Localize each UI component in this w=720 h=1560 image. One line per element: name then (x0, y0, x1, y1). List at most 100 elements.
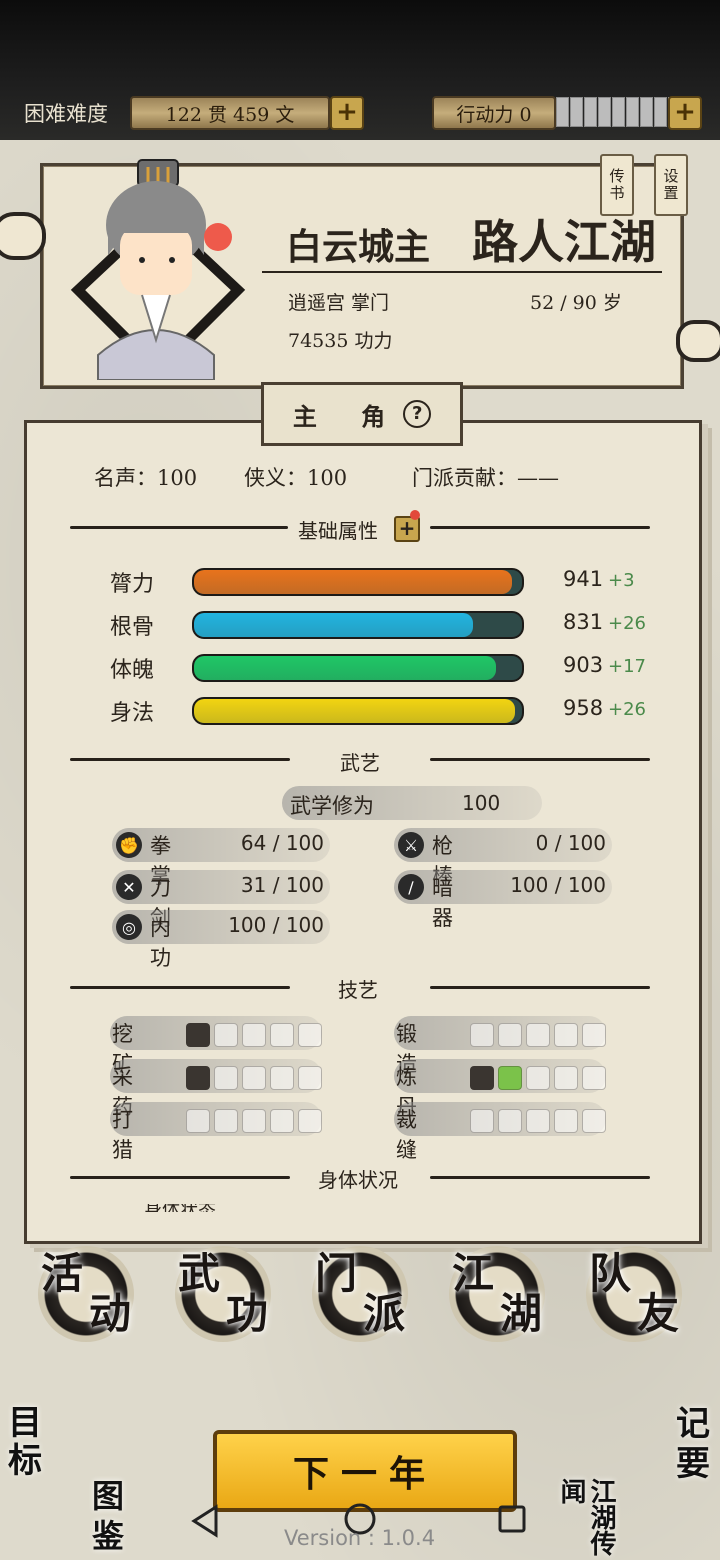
settings-tag[interactable]: 设置 (654, 154, 688, 216)
goal-label: 目标 (8, 1403, 42, 1481)
notes-button[interactable]: 记要 (630, 1404, 710, 1484)
attribute-bar (192, 568, 524, 596)
craft-level-pip (214, 1066, 238, 1090)
help-icon[interactable]: ? (403, 400, 432, 428)
money-display: 122 贯 459 文 (130, 96, 330, 130)
add-attribute-button[interactable]: + (394, 516, 420, 542)
attribute-value: 903 (563, 653, 604, 677)
attribute-bar (192, 697, 524, 725)
martial-skill-label: 暗器 (432, 876, 453, 930)
craft-level-pip (270, 1066, 294, 1090)
recents-icon[interactable] (497, 1504, 527, 1534)
nav-label-top: 门 (315, 1249, 358, 1298)
nav-label-top: 活 (41, 1249, 84, 1298)
action-segment (654, 97, 667, 127)
martial-skill-value: 64 / 100 (240, 831, 324, 855)
section-divider (70, 526, 288, 529)
attribute-bonus: +26 (608, 613, 646, 634)
nav-teammates-button[interactable]: 队友 (586, 1246, 682, 1342)
attribute-bar-fill (194, 613, 473, 637)
name-underline (262, 271, 662, 273)
craft-label: 打猎 (112, 1108, 133, 1162)
body-status-cutoff: 身体状态 (144, 1204, 216, 1212)
craft-level-pip (554, 1023, 578, 1047)
craft-level-pip (498, 1023, 522, 1047)
action-segment (570, 97, 583, 127)
bow-icon (186, 1109, 322, 1133)
action-segment (598, 97, 611, 127)
craft-level-pip (242, 1066, 266, 1090)
contribution-stat: 门派贡献：—— (412, 466, 559, 490)
notes-label: 记要 (676, 1404, 710, 1484)
action-segment (626, 97, 639, 127)
section-divider (70, 758, 290, 761)
martial-skill-label: 内功 (150, 916, 171, 970)
chivalry-stat: 侠义：100 (244, 466, 348, 490)
craft-level-pip (298, 1066, 322, 1090)
craft-level-pip (526, 1023, 550, 1047)
craft-label: 裁缝 (396, 1108, 417, 1162)
craft-level-pip (582, 1109, 606, 1133)
attribute-bonus: +3 (608, 570, 635, 591)
crafts-heading: 技艺 (338, 978, 378, 1002)
nav-label-bottom: 功 (225, 1289, 268, 1338)
attribute-label: 体魄 (110, 658, 155, 683)
attribute-label: 膂力 (110, 572, 155, 597)
dart-icon: ∕ (398, 874, 424, 900)
pickaxe-icon (186, 1023, 322, 1047)
mortar-icon (470, 1066, 606, 1090)
system-nav-bar: Version : 1.0.4 (0, 1500, 720, 1560)
craft-level-pip (270, 1023, 294, 1047)
nav-label-top: 队 (589, 1249, 632, 1298)
cultivation-label: 武学修为 (290, 794, 374, 818)
attribute-bar (192, 611, 524, 639)
nav-sect-button[interactable]: 门派 (312, 1246, 408, 1342)
cultivation-value: 100 (462, 791, 501, 815)
tab-protagonist[interactable]: 主 角 ? (261, 382, 463, 446)
section-divider (430, 758, 650, 761)
craft-level-pip (214, 1109, 238, 1133)
notification-dot (410, 510, 420, 520)
attribute-label: 身法 (110, 701, 155, 726)
nav-label-top: 武 (178, 1249, 221, 1298)
martial-skill-value: 100 / 100 (228, 913, 324, 937)
section-divider (430, 526, 650, 529)
fame-stat: 名声：100 (94, 466, 198, 490)
martial-skill-value: 0 / 100 (535, 831, 606, 855)
herb-icon (186, 1066, 322, 1090)
version-label: Version : 1.0.4 (284, 1526, 436, 1550)
player-title: 白云城主 (286, 226, 431, 268)
action-segment (640, 97, 653, 127)
inner-power-icon: ◎ (116, 914, 142, 940)
attribute-value: 831 (563, 610, 604, 634)
anvil-icon (470, 1023, 606, 1047)
add-action-button[interactable]: + (668, 96, 702, 130)
nav-martial-arts-button[interactable]: 武功 (175, 1246, 271, 1342)
craft-level-pip (470, 1109, 494, 1133)
nav-jianghu-button[interactable]: 江湖 (449, 1246, 545, 1342)
letters-tag[interactable]: 传书 (600, 154, 634, 216)
section-divider (70, 986, 290, 989)
goal-button[interactable]: 目标 (8, 1404, 78, 1480)
swords-icon: ✕ (116, 874, 142, 900)
nav-label-bottom: 湖 (499, 1289, 542, 1338)
craft-level-pip (470, 1023, 494, 1047)
add-money-button[interactable]: + (330, 96, 364, 130)
avatar[interactable] (68, 155, 248, 381)
craft-level-pip (298, 1023, 322, 1047)
nav-activities-button[interactable]: 活动 (38, 1246, 134, 1342)
spear-icon: ⚔ (398, 832, 424, 858)
attribute-bonus: +17 (608, 656, 646, 677)
craft-level-pip (214, 1023, 238, 1047)
back-icon[interactable] (188, 1504, 222, 1538)
attribute-bar (192, 654, 524, 682)
craft-level-pip (298, 1109, 322, 1133)
cloud-ornament-left-icon (0, 212, 46, 260)
section-divider (70, 1176, 290, 1179)
sect-role: 逍遥宫 掌门 (288, 292, 390, 314)
craft-level-pip (242, 1023, 266, 1047)
craft-level-pip (270, 1109, 294, 1133)
craft-level-pip (526, 1109, 550, 1133)
attribute-bar-fill (194, 699, 516, 723)
craft-level-pip (186, 1023, 210, 1047)
